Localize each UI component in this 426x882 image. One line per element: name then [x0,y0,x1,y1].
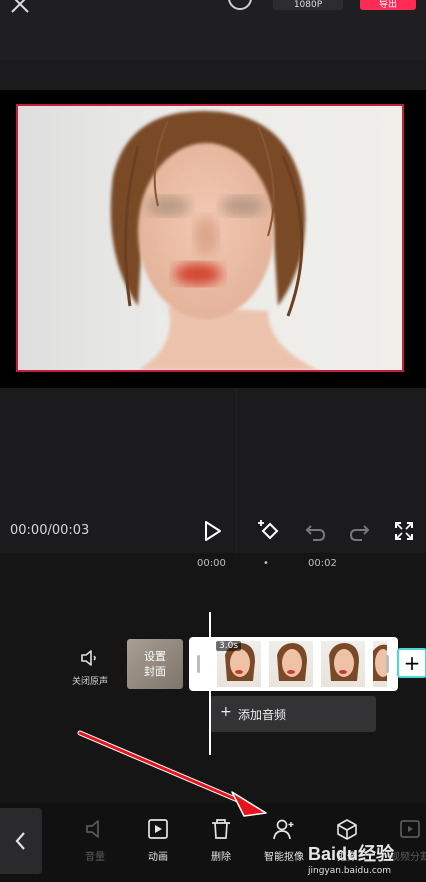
redo-icon[interactable] [347,518,373,544]
mute-original-button[interactable]: 关闭原声 [60,648,120,687]
keyframe-icon[interactable] [257,518,283,544]
mute-label: 关闭原声 [71,677,108,687]
plus-icon: + [220,704,232,720]
clip-thumbnail [269,641,313,687]
add-clip-button[interactable]: + [397,648,426,678]
chevron-left-icon [15,832,25,850]
tool-animation[interactable]: 动画 [133,818,183,863]
playhead[interactable] [209,612,211,755]
resolution-button[interactable]: 1080P [273,0,343,10]
undo-icon[interactable] [302,518,328,544]
watermark: Baidu经验 jingyan.baidu.com [308,838,426,882]
export-button[interactable]: 导出 [360,0,416,10]
set-cover-button[interactable]: 设置 封面 [127,639,183,689]
volume-icon [86,820,99,838]
clip-duration: 3.0s [216,641,242,651]
delete-icon [212,819,230,839]
tool-label: 删除 [211,852,231,863]
clip-trim-handle-right[interactable] [386,655,389,673]
add-audio-button[interactable]: + 添加音频 [210,696,376,732]
speaker-icon [81,650,96,666]
fullscreen-icon[interactable] [391,518,417,544]
watermark-url: jingyan.baidu.com [308,866,392,876]
tool-label: 动画 [148,852,168,863]
divider [236,388,237,553]
back-button[interactable] [0,808,42,874]
cube-icon [337,819,357,840]
tool-smart-cutout[interactable]: 智能抠像 [259,818,309,863]
time-tick-2: 00:02 [308,558,337,569]
watermark-brand: Baidu经验 [308,843,395,864]
clip-trim-handle-left[interactable] [197,655,200,673]
baidu-logo: Baidu经验 [308,843,395,864]
portrait-image [110,111,318,370]
tool-label: 音量 [85,852,105,863]
timecode: 00:00/00:03 [10,523,90,538]
tool-volume[interactable]: 音量 [70,818,120,863]
tool-delete[interactable]: 删除 [196,818,246,863]
smart-cutout-icon [273,819,294,840]
close-icon[interactable] [6,0,34,14]
time-tick-dot: • [263,558,269,569]
split-icon [400,820,420,838]
time-tick-0: 00:00 [197,558,226,569]
clip-thumbnail [321,641,365,687]
play-icon[interactable] [199,518,225,544]
add-audio-label: 添加音频 [238,708,287,722]
cover-label: 设置 封面 [144,650,166,678]
video-preview[interactable] [16,104,404,372]
animation-icon [148,819,168,839]
clip-thumbnail [373,641,387,687]
tool-label: 智能抠像 [264,852,304,863]
